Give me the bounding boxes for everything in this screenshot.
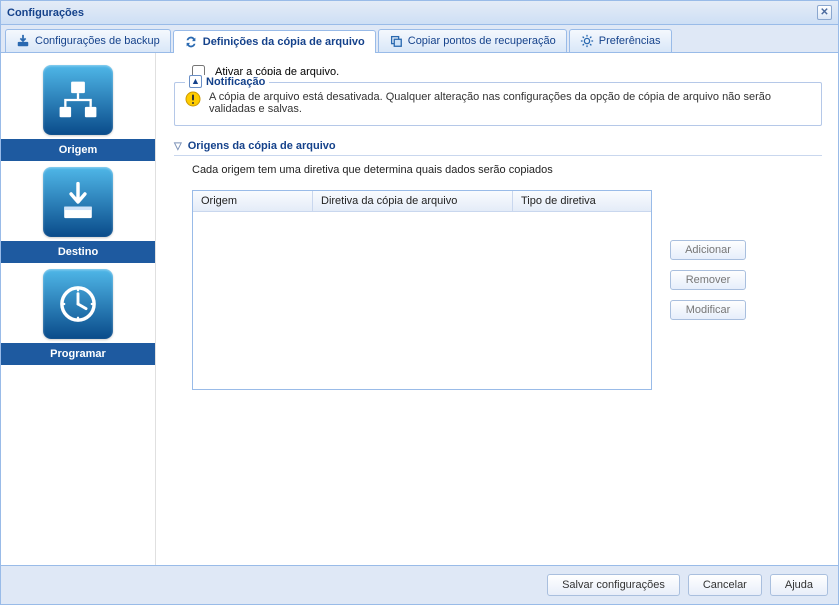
footer: Salvar configurações Cancelar Ajuda bbox=[1, 565, 838, 604]
copy-icon bbox=[389, 34, 403, 48]
cancel-button[interactable]: Cancelar bbox=[688, 574, 762, 596]
save-button[interactable]: Salvar configurações bbox=[547, 574, 680, 596]
sources-table[interactable]: Origem Diretiva da cópia de arquivo Tipo… bbox=[192, 190, 652, 390]
col-tipo[interactable]: Tipo de diretiva bbox=[513, 191, 651, 211]
warning-icon bbox=[185, 91, 201, 107]
titlebar: Configurações ✕ bbox=[1, 1, 838, 25]
help-button[interactable]: Ajuda bbox=[770, 574, 828, 596]
sidebar-item-label: Programar bbox=[1, 343, 155, 365]
tab-label: Definições da cópia de arquivo bbox=[203, 36, 365, 48]
close-icon[interactable]: ✕ bbox=[817, 5, 832, 20]
sidebar-item-label: Origem bbox=[1, 139, 155, 161]
sidebar-item-label: Destino bbox=[1, 241, 155, 263]
tab-label: Copiar pontos de recuperação bbox=[408, 35, 556, 47]
disk-download-icon bbox=[43, 167, 113, 237]
modify-button[interactable]: Modificar bbox=[670, 300, 746, 320]
collapse-up-icon[interactable]: ▲ bbox=[189, 75, 202, 88]
table-buttons: Adicionar Remover Modificar bbox=[670, 240, 746, 320]
notification-fieldset: ▲ Notificação A cópia de arquivo está de… bbox=[174, 82, 822, 126]
col-origem[interactable]: Origem bbox=[193, 191, 313, 211]
tab-copy-recovery-points[interactable]: Copiar pontos de recuperação bbox=[378, 29, 567, 52]
notification-legend: Notificação bbox=[206, 76, 265, 88]
sidebar-item-destino[interactable]: Destino bbox=[1, 161, 155, 263]
section-description: Cada origem tem uma diretiva que determi… bbox=[192, 164, 822, 176]
gear-icon bbox=[580, 34, 594, 48]
sidebar: Origem Destino bbox=[1, 53, 156, 565]
settings-window: Configurações ✕ Configurações de backup … bbox=[0, 0, 839, 605]
remove-button[interactable]: Remover bbox=[670, 270, 746, 290]
sync-icon bbox=[184, 35, 198, 49]
section-title: Origens da cópia de arquivo bbox=[188, 140, 336, 152]
add-button[interactable]: Adicionar bbox=[670, 240, 746, 260]
section-header[interactable]: ▽ Origens da cópia de arquivo bbox=[174, 140, 822, 156]
chevron-down-icon: ▽ bbox=[174, 141, 182, 152]
sidebar-item-origem[interactable]: Origem bbox=[1, 59, 155, 161]
window-title: Configurações bbox=[7, 7, 84, 19]
tab-preferences[interactable]: Preferências bbox=[569, 29, 672, 52]
sidebar-item-programar[interactable]: Programar bbox=[1, 263, 155, 365]
notification-text: A cópia de arquivo está desativada. Qual… bbox=[209, 91, 811, 115]
tab-bar: Configurações de backup Definições da có… bbox=[1, 25, 838, 53]
clock-icon bbox=[43, 269, 113, 339]
tab-label: Preferências bbox=[599, 35, 661, 47]
col-diretiva[interactable]: Diretiva da cópia de arquivo bbox=[313, 191, 513, 211]
table-header: Origem Diretiva da cópia de arquivo Tipo… bbox=[193, 191, 651, 212]
tab-label: Configurações de backup bbox=[35, 35, 160, 47]
body: Origem Destino bbox=[1, 53, 838, 565]
tab-file-copy-defs[interactable]: Definições da cópia de arquivo bbox=[173, 30, 376, 53]
main-panel: Ativar a cópia de arquivo. ▲ Notificação… bbox=[156, 53, 838, 565]
network-icon bbox=[43, 65, 113, 135]
tab-backup-settings[interactable]: Configurações de backup bbox=[5, 29, 171, 52]
disk-down-icon bbox=[16, 34, 30, 48]
